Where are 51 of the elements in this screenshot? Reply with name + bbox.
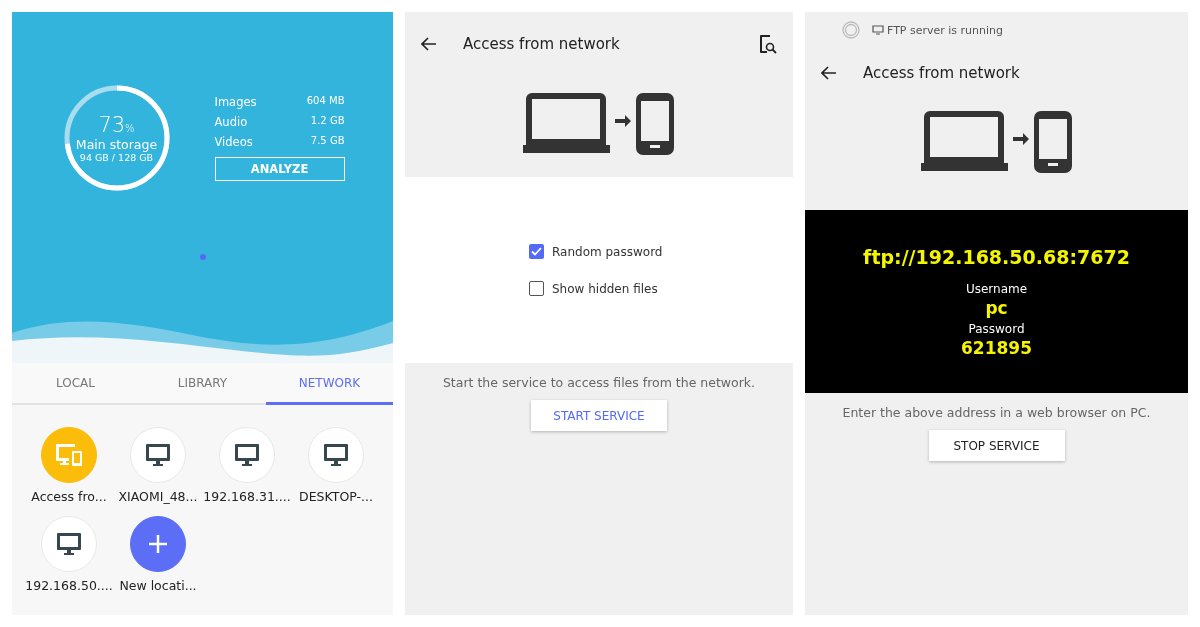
location-label: Access fro...: [31, 489, 107, 504]
username-value: pc: [985, 297, 1008, 318]
instruction-message: Enter the above address in a web browser on PC.: [842, 405, 1151, 420]
location-label: 192.168.31....: [203, 489, 291, 504]
option-label: Show hidden files: [552, 281, 658, 296]
monitor-icon: [145, 443, 171, 467]
ftp-address: ftp://192.168.50.68:7672: [863, 245, 1130, 268]
computer-button[interactable]: [130, 427, 186, 483]
category-size: 1.2 GB: [310, 115, 345, 128]
storage-percent: 73%: [98, 113, 135, 137]
add-button[interactable]: [130, 516, 186, 572]
stop-service-button[interactable]: STOP SERVICE: [928, 430, 1065, 461]
page-indicator-icon: [199, 254, 206, 260]
tab[interactable]: LOCAL: [12, 363, 139, 405]
monitor-icon: [234, 443, 260, 467]
computer-button[interactable]: [219, 427, 275, 483]
location-label: New locati...: [119, 578, 197, 593]
password-value: 621895: [961, 337, 1032, 358]
location-label: 192.168.50....: [25, 578, 113, 593]
back-arrow-icon[interactable]: [821, 66, 837, 80]
category-name: Images: [214, 95, 257, 109]
screen-title: Access from network: [863, 64, 1021, 82]
tab[interactable]: LIBRARY: [139, 363, 266, 405]
option-label: Random password: [552, 244, 663, 259]
category-name: Videos: [214, 135, 253, 149]
category-size: 7.5 GB: [310, 135, 345, 148]
password-label: Password: [968, 321, 1025, 336]
back-arrow-icon[interactable]: [421, 37, 437, 51]
storage-title: Main storage: [75, 137, 158, 152]
category-name: Audio: [214, 115, 248, 129]
username-label: Username: [965, 281, 1028, 296]
analyze-button[interactable]: ANALYZE: [214, 157, 345, 181]
phone-search-icon[interactable]: [759, 34, 777, 54]
category-size: 604 MB: [306, 95, 345, 108]
monitor-icon: [872, 24, 884, 36]
monitor-icon: [323, 443, 349, 467]
location-label: DESKTOP-...: [299, 489, 373, 504]
checkbox[interactable]: [529, 244, 544, 259]
service-message: Start the service to access files from the network.: [442, 375, 756, 390]
screen-title: Access from network: [463, 35, 621, 53]
computer-button[interactable]: [308, 427, 364, 483]
start-service-button[interactable]: START SERVICE: [531, 400, 667, 431]
devices-icon: [55, 443, 83, 467]
monitor-icon: [56, 532, 82, 556]
checkbox[interactable]: [529, 281, 544, 296]
location-label: XIAOMI_48...: [118, 489, 198, 504]
storage-usage: 94 GB / 128 GB: [79, 152, 154, 163]
radio-circle-icon: [842, 21, 860, 39]
computer-button[interactable]: [41, 516, 97, 572]
notification-text: FTP server is running: [887, 23, 1004, 37]
plus-icon: [148, 534, 168, 554]
